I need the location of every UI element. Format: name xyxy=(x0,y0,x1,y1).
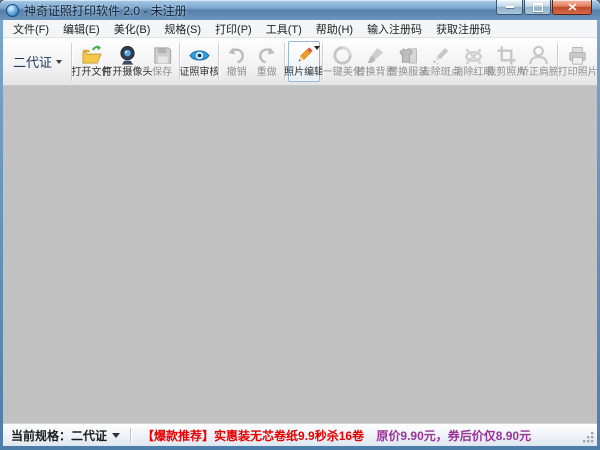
menu-item-enter-regcode[interactable]: 输入注册码 xyxy=(360,20,429,38)
menu-item-help[interactable]: 帮助(H) xyxy=(309,20,360,38)
resize-grip[interactable] xyxy=(582,431,595,444)
toolbar-separator xyxy=(218,43,220,81)
toolbar: 二代证 打开文件 xyxy=(3,38,597,86)
red-eye-icon xyxy=(462,44,485,67)
chevron-down-icon xyxy=(112,433,120,438)
toolbar-button-replace-background[interactable]: 替换背景 xyxy=(359,41,392,82)
spec-dropdown[interactable]: 二代证 xyxy=(6,52,69,71)
current-spec-label: 当前规格：二代证 xyxy=(11,427,107,444)
printer-icon xyxy=(566,44,589,67)
chevron-down-icon xyxy=(56,60,62,64)
menu-item-edit[interactable]: 编辑(E) xyxy=(56,20,107,38)
toolbar-button-one-key-beautify[interactable]: 一键美化 xyxy=(326,41,359,82)
window-title: 神奇证照打印软件 2.0 - 未注册 xyxy=(24,2,187,19)
edit-pencil-icon xyxy=(293,44,316,67)
promo-ad-link[interactable]: 【爆款推荐】实惠装无芯卷纸9.9秒杀16卷 原价9.90元，券后价仅8.90元 xyxy=(142,427,531,444)
toolbar-button-replace-clothes[interactable]: 替换服装 xyxy=(392,41,425,82)
window-controls xyxy=(495,0,592,15)
toolbar-button-remove-red-eye[interactable]: 消除红眼 xyxy=(457,41,490,82)
review-eye-icon xyxy=(188,44,211,67)
title-bar: 神奇证照打印软件 2.0 - 未注册 xyxy=(0,0,600,20)
toolbar-button-save[interactable]: 保存 xyxy=(147,41,177,82)
menu-item-spec[interactable]: 规格(S) xyxy=(157,20,208,38)
toolbar-button-photo-edit[interactable]: 照片编辑 xyxy=(288,41,321,82)
toolbar-button-print-photo[interactable]: 打印照片 xyxy=(561,41,594,82)
maximize-button[interactable] xyxy=(524,0,551,15)
redo-icon xyxy=(255,44,278,67)
open-file-icon xyxy=(80,44,103,67)
undo-icon xyxy=(225,44,248,67)
promo-detail-text: 原价9.90元，券后价仅8.90元 xyxy=(376,429,531,443)
minimize-button[interactable] xyxy=(496,0,523,15)
app-window: 神奇证照打印软件 2.0 - 未注册 文件(F) 编辑(E) 美化(B) 规格(… xyxy=(0,0,600,450)
menu-item-beautify[interactable]: 美化(B) xyxy=(107,20,158,38)
toolbar-button-photo-review[interactable]: 证照审核 xyxy=(183,41,216,82)
status-separator xyxy=(130,428,132,442)
menu-item-file[interactable]: 文件(F) xyxy=(6,20,56,38)
current-spec-dropdown[interactable]: 当前规格：二代证 xyxy=(11,427,120,444)
background-brush-icon xyxy=(364,44,387,67)
status-bar: 当前规格：二代证 【爆款推荐】实惠装无芯卷纸9.9秒杀16卷 原价9.90元，券… xyxy=(3,423,597,446)
toolbar-button-crop-photo[interactable]: 裁剪照片 xyxy=(490,41,523,82)
maximize-icon xyxy=(533,3,543,12)
menu-item-print[interactable]: 打印(P) xyxy=(208,20,259,38)
crop-icon xyxy=(495,44,518,67)
promo-highlight-text: 【爆款推荐】实惠装无芯卷纸9.9秒杀16卷 xyxy=(142,429,364,443)
toolbar-button-correct-shoulders[interactable]: 矫正肩膀 xyxy=(523,41,556,82)
menu-item-tools[interactable]: 工具(T) xyxy=(259,20,309,38)
toolbar-button-remove-spots[interactable]: 去除斑点 xyxy=(425,41,458,82)
minimize-icon xyxy=(506,6,514,8)
close-button[interactable] xyxy=(552,0,592,15)
spot-pencil-icon xyxy=(429,44,452,67)
close-icon xyxy=(568,3,577,11)
toolbar-button-redo[interactable]: 重做 xyxy=(252,41,282,82)
beautify-ring-icon xyxy=(331,44,354,67)
shoulder-icon xyxy=(527,44,550,67)
menu-bar: 文件(F) 编辑(E) 美化(B) 规格(S) 打印(P) 工具(T) 帮助(H… xyxy=(3,20,597,38)
app-logo-icon xyxy=(6,4,19,17)
clothes-icon xyxy=(397,44,420,67)
canvas-workspace xyxy=(3,86,597,423)
toolbar-button-undo[interactable]: 撤销 xyxy=(222,41,252,82)
spec-dropdown-label: 二代证 xyxy=(13,52,52,71)
toolbar-button-open-camera[interactable]: 打开摄像头 xyxy=(108,41,147,82)
menu-item-get-regcode[interactable]: 获取注册码 xyxy=(429,20,498,38)
save-icon xyxy=(151,44,174,67)
chevron-down-icon xyxy=(314,46,320,50)
camera-icon xyxy=(116,44,139,67)
